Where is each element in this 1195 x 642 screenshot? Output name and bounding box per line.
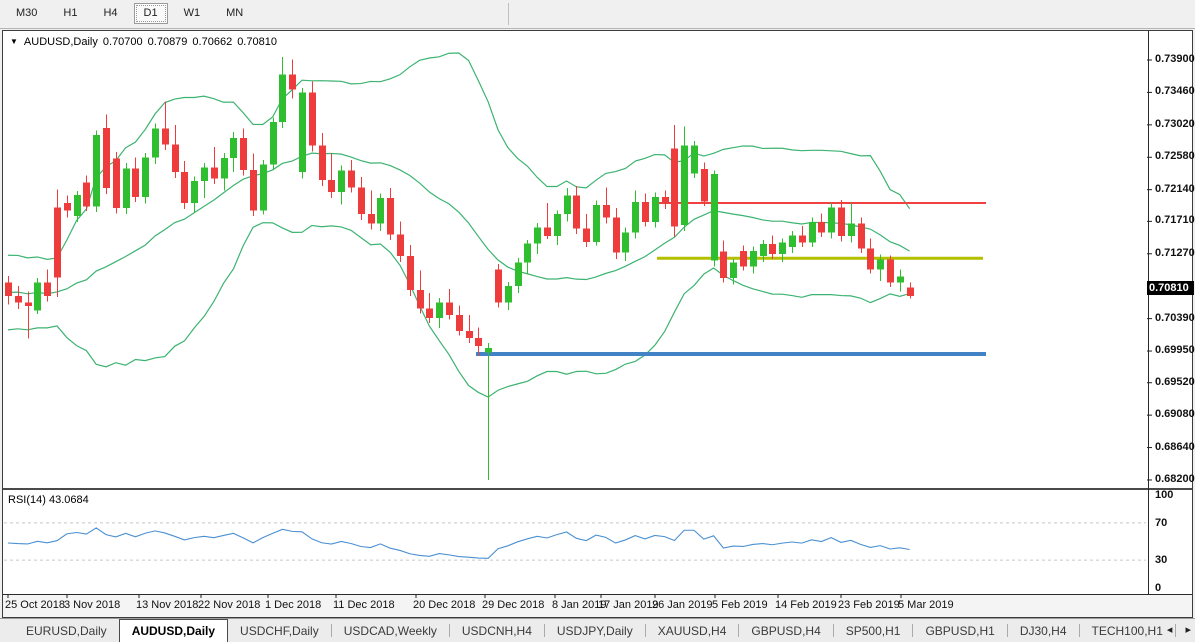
chart-tab-usdcad[interactable]: USDCAD,Weekly — [332, 621, 449, 642]
timeframe-button-mn[interactable]: MN — [216, 3, 253, 24]
price-tick-label: 0.70390 — [1155, 312, 1195, 324]
date-tick-label: 26 Jan 2019 — [652, 599, 713, 611]
price-axis-border — [1148, 31, 1149, 595]
symbol-name: AUDUSD,Daily — [24, 36, 98, 48]
date-tick-label: 11 Dec 2018 — [333, 599, 395, 611]
price-tick-label: 0.69950 — [1155, 344, 1195, 356]
price-tick-label: 0.73900 — [1155, 53, 1195, 65]
chart-title: ▼ AUDUSD,Daily 0.70700 0.70879 0.70662 0.7081… — [10, 36, 277, 48]
tab-scroll-left-icon[interactable]: ◂ — [1167, 624, 1173, 636]
tab-scroll-right-icon[interactable]: ▸ — [1185, 624, 1191, 636]
price-tick-label: 0.68200 — [1155, 473, 1195, 485]
chart-window — [2, 30, 1193, 618]
chart-tab-audusd[interactable]: AUDUSD,Daily — [119, 619, 228, 642]
chart-tab-sp500[interactable]: SP500,H1 — [834, 621, 913, 642]
price-tick-label: 0.71710 — [1155, 214, 1195, 226]
rsi-level-label: 100 — [1155, 489, 1173, 501]
price-tick-label: 0.68640 — [1155, 441, 1195, 453]
main-chart-pane[interactable] — [3, 31, 1192, 488]
date-tick-label: 29 Dec 2018 — [482, 599, 544, 611]
timeframe-button-h4[interactable]: H4 — [93, 3, 127, 24]
trading-app: { "toolbar": { "timeframes": [ {"label":… — [0, 0, 1195, 642]
rsi-indicator-pane[interactable] — [3, 490, 1192, 594]
date-tick-label: 5 Feb 2019 — [712, 599, 768, 611]
price-tick-label: 0.69080 — [1155, 408, 1195, 420]
timeframe-button-h1[interactable]: H1 — [53, 3, 87, 24]
rsi-label: RSI(14) 43.0684 — [8, 494, 89, 506]
ohlc-open: 0.70700 — [103, 36, 143, 48]
chart-tab-gbpusd[interactable]: GBPUSD,H4 — [739, 621, 832, 642]
rsi-level-label: 70 — [1155, 517, 1167, 529]
date-tick-label: 13 Nov 2018 — [136, 599, 198, 611]
current-price-marker: 0.70810 — [1147, 281, 1194, 295]
date-tick-label: 20 Dec 2018 — [413, 599, 475, 611]
price-tick-label: 0.72140 — [1155, 183, 1195, 195]
timeframe-button-m30[interactable]: M30 — [6, 3, 47, 24]
date-tick-label: 1 Dec 2018 — [265, 599, 321, 611]
price-tick-label: 0.71270 — [1155, 247, 1195, 259]
timeframe-button-d1[interactable]: D1 — [134, 3, 168, 24]
chart-tab-gbpusd[interactable]: GBPUSD,H1 — [913, 621, 1006, 642]
date-tick-label: 17 Jan 2019 — [598, 599, 659, 611]
symbol-dropdown-icon[interactable]: ▼ — [10, 37, 18, 46]
price-tick-label: 0.73460 — [1155, 85, 1195, 97]
chart-tab-bar: EURUSD,DailyAUDUSD,DailyUSDCHF,DailyUSDC… — [0, 618, 1195, 642]
price-tick-label: 0.72580 — [1155, 150, 1195, 162]
toolbar-separator — [508, 3, 509, 25]
date-tick-label: 14 Feb 2019 — [775, 599, 837, 611]
chart-tab-usdchf[interactable]: USDCHF,Daily — [228, 621, 331, 642]
chart-tab-usdcnh[interactable]: USDCNH,H4 — [450, 621, 544, 642]
ohlc-close: 0.70810 — [237, 36, 277, 48]
rsi-level-label: 30 — [1155, 554, 1167, 566]
rsi-level-label: 0 — [1155, 582, 1161, 594]
ohlc-high: 0.70879 — [148, 36, 188, 48]
price-tick-label: 0.69520 — [1155, 376, 1195, 388]
date-tick-label: 25 Oct 2018 — [5, 599, 65, 611]
chart-tab-usdjpy[interactable]: USDJPY,Daily — [545, 621, 645, 642]
chart-tab-xauusd[interactable]: XAUUSD,H4 — [646, 621, 739, 642]
ohlc-low: 0.70662 — [192, 36, 232, 48]
date-tick-label: 23 Feb 2019 — [838, 599, 900, 611]
date-tick-label: 3 Nov 2018 — [64, 599, 120, 611]
chart-tab-eurusd[interactable]: EURUSD,Daily — [14, 621, 119, 642]
timeframe-toolbar: M30 H1 H4 D1 W1MN — [0, 0, 1195, 29]
chart-tab-dj30[interactable]: DJ30,H4 — [1008, 621, 1079, 642]
date-tick-label: 22 Nov 2018 — [198, 599, 260, 611]
date-tick-label: 5 Mar 2019 — [898, 599, 954, 611]
price-tick-label: 0.73020 — [1155, 118, 1195, 130]
timeframe-button-w1[interactable]: W1 — [174, 3, 211, 24]
